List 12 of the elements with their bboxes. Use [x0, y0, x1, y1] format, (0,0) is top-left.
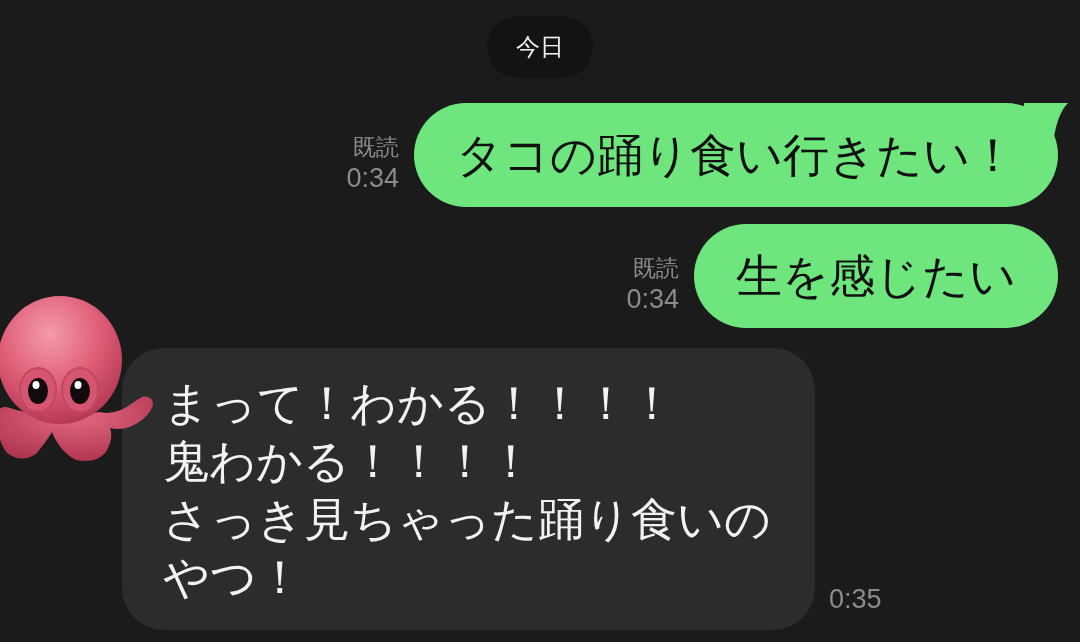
message-line: まって！わかる！！！！	[163, 375, 675, 432]
message-bubble: タコの踊り食い行きたい！	[414, 103, 1058, 207]
message-line: 鬼わかる！！！！	[163, 433, 534, 490]
message-time: 0:35	[829, 583, 882, 616]
date-separator: 今日	[487, 16, 593, 78]
message-line: やつ！	[163, 549, 303, 606]
message-time: 0:34	[346, 162, 399, 195]
read-status: 既読	[353, 133, 399, 161]
message-line: さっき見ちゃった踊り食いの	[163, 491, 771, 548]
message-bubble: 生を感じたい	[694, 224, 1058, 328]
message-time: 0:34	[626, 283, 679, 316]
read-status: 既読	[633, 254, 679, 282]
